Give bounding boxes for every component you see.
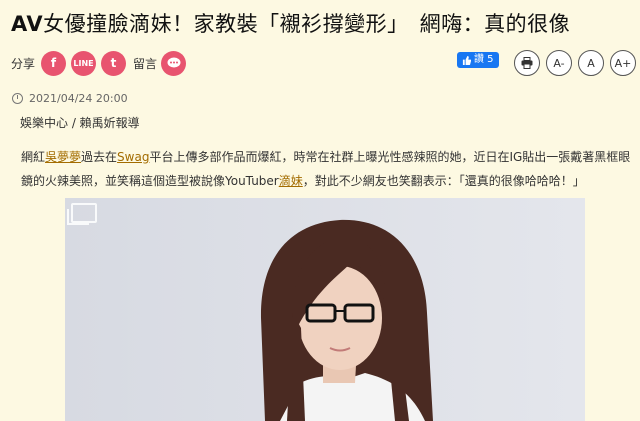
comment-label: 留言 <box>133 56 158 71</box>
print-icon <box>521 57 533 69</box>
facebook-like-button[interactable]: 讚 5 <box>457 52 499 68</box>
tag-link-wu-mengmeng[interactable]: 吳夢夢 <box>45 150 81 164</box>
thumbs-up-icon <box>462 55 471 65</box>
like-count: 讚 5 <box>474 54 494 65</box>
title-text: 女優撞臉滴妹！家教裝「襯衫撐變形」 網嗨：真的很像 <box>43 12 571 36</box>
tag-link-swag[interactable]: Swag <box>117 150 149 164</box>
twitter-share-button[interactable]: t <box>101 50 127 76</box>
comment-icon <box>167 57 181 68</box>
font-normal-button[interactable]: A <box>578 50 604 76</box>
title-prefix: AV <box>11 12 44 36</box>
photo-person-illustration <box>65 198 585 421</box>
line-share-button[interactable]: LINE <box>71 50 97 76</box>
para-text-4: ，對此不少網友也笑翻表示：「還真的很像哈哈哈！」 <box>302 174 585 188</box>
twitter-icon: t <box>110 56 117 70</box>
article-tools: A- A A+ <box>514 50 636 76</box>
font-larger-button[interactable]: A+ <box>610 50 636 76</box>
facebook-share-button[interactable]: f <box>41 50 67 76</box>
facebook-icon: f <box>50 56 57 70</box>
gallery-icon[interactable] <box>67 203 97 225</box>
date-text: 2021/04/24 20:00 <box>29 92 128 105</box>
print-button[interactable] <box>514 50 540 76</box>
share-bar: 分享 f LINE t 留言 <box>11 50 191 76</box>
byline: 娛樂中心 / 賴禹妡報導 <box>20 116 140 130</box>
para-text-2: 過去在 <box>81 150 118 164</box>
article-photo[interactable] <box>65 198 585 421</box>
article-title: AV女優撞臉滴妹！家教裝「襯衫撐變形」 網嗨：真的很像 <box>11 10 570 38</box>
article-paragraph: 網紅吳夢夢過去在Swag平台上傳多部作品而爆紅，時常在社群上曝光性感辣照的她，近… <box>21 145 631 193</box>
para-text-1: 網紅 <box>21 150 46 164</box>
tag-link-dimei[interactable]: 滴妹 <box>279 174 303 188</box>
comment-button[interactable] <box>161 50 187 76</box>
font-smaller-button[interactable]: A- <box>546 50 572 76</box>
line-icon: LINE <box>73 58 94 68</box>
share-label: 分享 <box>11 56 36 71</box>
clock-icon <box>12 93 23 104</box>
publish-date: 2021/04/24 20:00 <box>12 92 128 105</box>
